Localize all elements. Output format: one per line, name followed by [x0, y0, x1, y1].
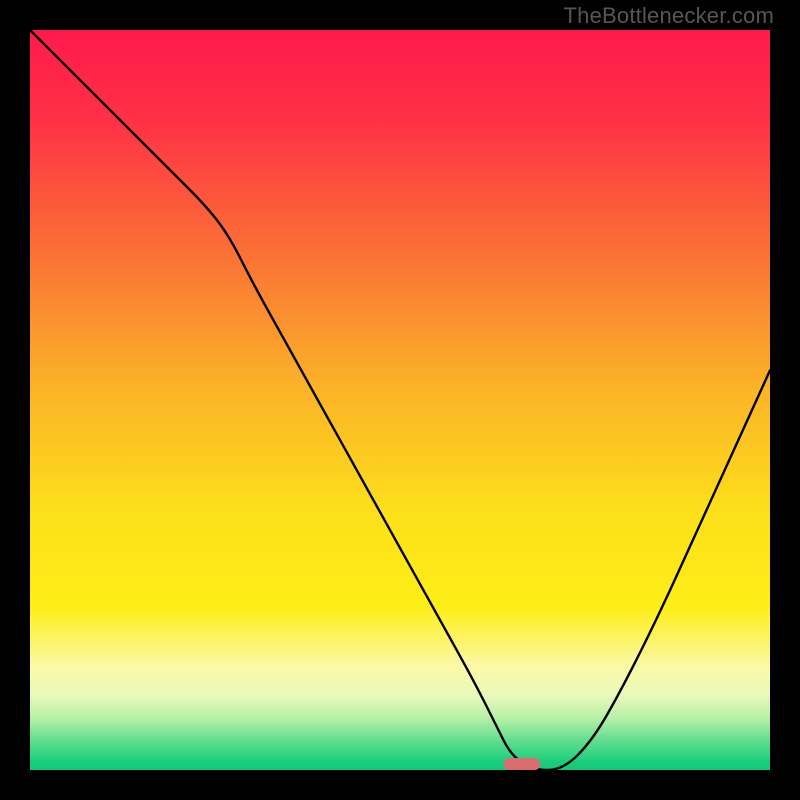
plot-area — [30, 30, 770, 770]
chart-frame: TheBottlenecker.com — [0, 0, 800, 800]
optimum-marker — [504, 758, 541, 770]
watermark-text: TheBottlenecker.com — [564, 3, 774, 29]
bottleneck-curve — [30, 30, 770, 770]
